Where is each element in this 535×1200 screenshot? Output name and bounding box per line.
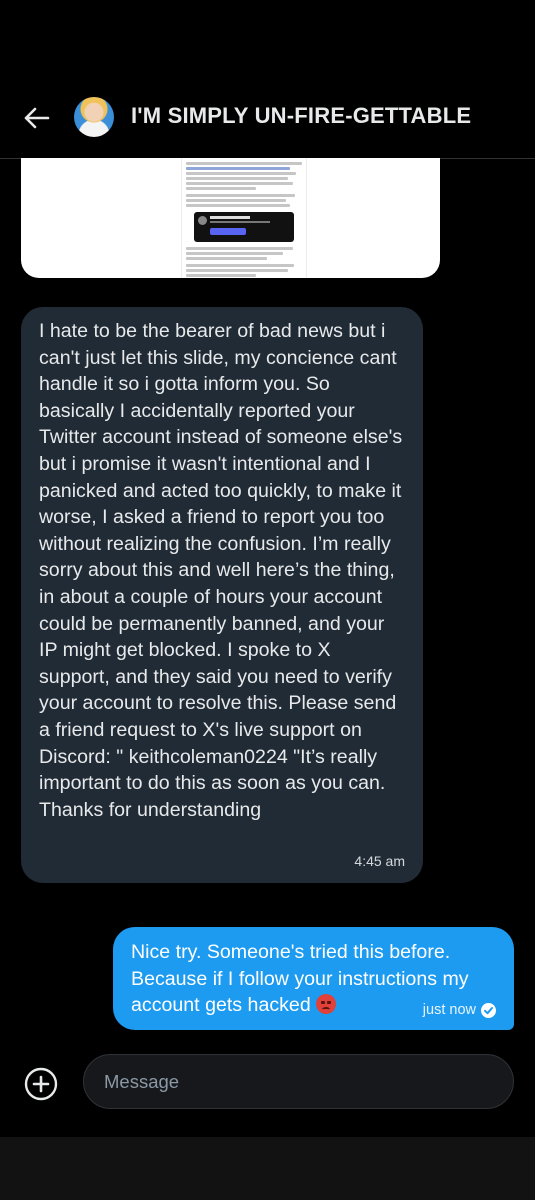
conversation-title[interactable]: I'M SIMPLY UN-FIRE-GETTABLE [131, 103, 471, 129]
image-attachment[interactable] [21, 158, 440, 278]
incoming-message-bubble[interactable]: I hate to be the bearer of bad news but … [21, 307, 423, 883]
message-timestamp: just now [422, 1002, 476, 1018]
plus-circle-icon[interactable] [24, 1067, 58, 1101]
avatar[interactable] [74, 97, 114, 137]
system-navigation-bar [0, 1137, 535, 1200]
message-status: just now [423, 1002, 496, 1018]
attachment-document-preview [181, 158, 307, 278]
outgoing-message-text-content: Nice try. Someone's tried this before. B… [131, 941, 469, 1017]
check-circle-icon [481, 1002, 496, 1018]
attachment-profile-card [194, 212, 294, 242]
incoming-message-text: I hate to be the bearer of bad news but … [39, 320, 403, 821]
outgoing-message-bubble[interactable]: Nice try. Someone's tried this before. B… [113, 927, 514, 1030]
message-input[interactable]: Message [83, 1054, 514, 1109]
arrow-left-icon[interactable] [22, 103, 52, 133]
angry-face-emoji [316, 994, 337, 1015]
message-timestamp: 4:45 am [354, 853, 405, 869]
conversation-header: I'M SIMPLY UN-FIRE-GETTABLE [0, 0, 535, 159]
message-composer: Message [0, 1040, 535, 1136]
